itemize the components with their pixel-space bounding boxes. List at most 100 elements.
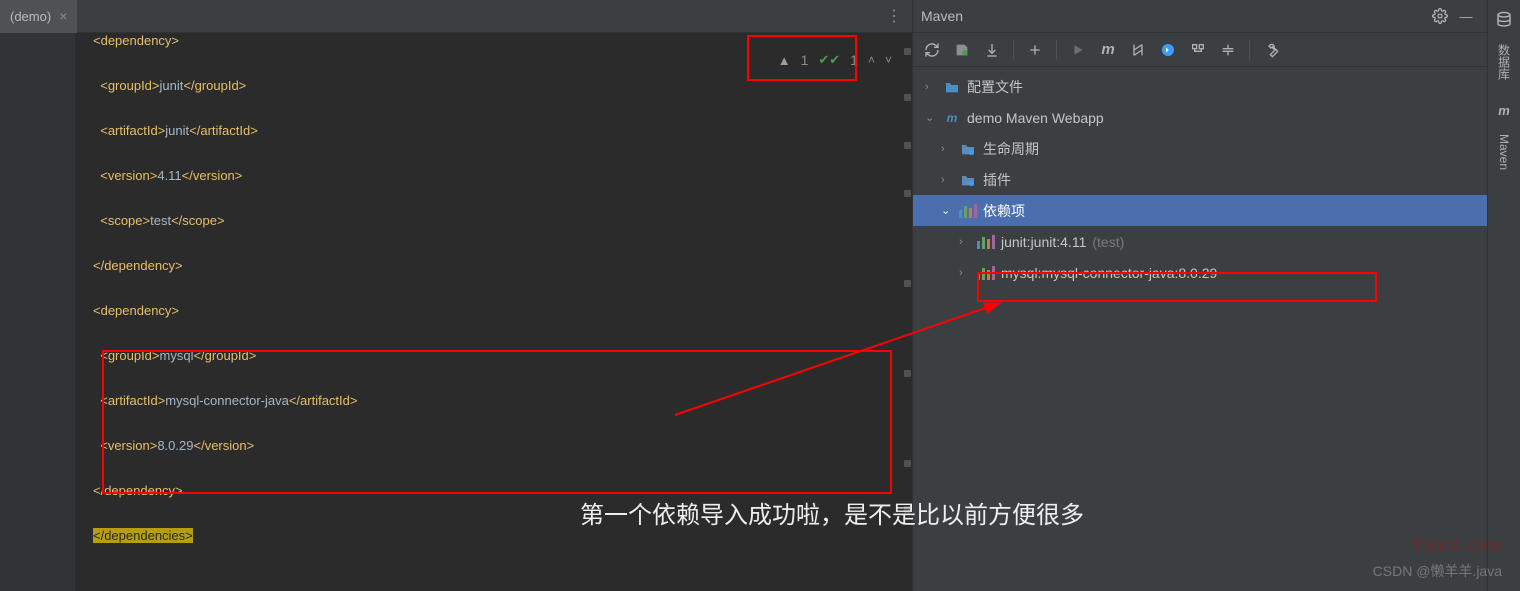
tree-node-dependencies[interactable]: ⌄ 依赖项 (913, 195, 1487, 226)
maven-toolbar: m (913, 33, 1487, 67)
deps-icon (977, 233, 995, 251)
xml-text: 8.0.29 (157, 438, 193, 453)
offline-icon[interactable] (1155, 37, 1181, 63)
xml-tag: </artifactId> (189, 123, 258, 138)
xml-tag: </groupId> (193, 348, 256, 363)
tree-dep-junit[interactable]: › junit:junit:4.11 (test) (913, 226, 1487, 257)
chevron-right-icon: › (941, 174, 953, 186)
reload-icon[interactable] (919, 37, 945, 63)
marker (903, 279, 912, 288)
xml-tag: <artifactId> (100, 123, 165, 138)
warning-count: 1 (801, 52, 809, 68)
maven-header: Maven — (913, 0, 1487, 33)
m-icon[interactable]: m (1095, 37, 1121, 63)
tree-label: 插件 (983, 170, 1011, 190)
marker (903, 47, 912, 56)
xml-tag: <version> (100, 438, 157, 453)
skip-tests-icon[interactable] (1125, 37, 1151, 63)
chevron-right-icon: › (959, 267, 971, 279)
more-icon[interactable]: ⋮ (876, 6, 912, 26)
marker (903, 141, 912, 150)
tree-label: junit:junit:4.11 (1001, 234, 1086, 250)
tree-node-plugins[interactable]: › 插件 (913, 164, 1487, 195)
xml-tag: <version> (100, 168, 157, 183)
editor-tab[interactable]: (demo) × (0, 0, 77, 33)
maven-rail-icon[interactable]: m (1492, 98, 1516, 122)
editor-tab-bar: (demo) × ⋮ (0, 0, 912, 33)
xml-text: junit (160, 78, 184, 93)
xml-text: mysql (160, 348, 194, 363)
tree-label: mysql:mysql-connector-java:8.0.29 (1001, 265, 1217, 281)
tree-label: 依赖项 (983, 201, 1025, 221)
xml-tag: <groupId> (100, 348, 159, 363)
database-icon[interactable] (1492, 8, 1516, 32)
inspection-bar[interactable]: ▲ 1 ✔✔ 1 ˄ ˅ (770, 45, 900, 75)
dep-scope: (test) (1092, 234, 1124, 250)
xml-text: test (150, 213, 171, 228)
chevron-right-icon: › (959, 236, 971, 248)
chevron-right-icon: › (941, 143, 953, 155)
tree-label: demo Maven Webapp (967, 110, 1104, 126)
ok-count: 1 (850, 52, 858, 68)
download-icon[interactable] (979, 37, 1005, 63)
xml-text: mysql-connector-java (165, 393, 289, 408)
chevron-down-icon[interactable]: ˅ (885, 53, 892, 67)
xml-tag: </artifactId> (289, 393, 358, 408)
chevron-right-icon: › (925, 81, 937, 93)
deps-icon (959, 202, 977, 220)
collapse-icon[interactable] (1215, 37, 1241, 63)
marker (903, 369, 912, 378)
marker (903, 93, 912, 102)
marker (903, 459, 912, 468)
xml-tag: </version> (182, 168, 243, 183)
check-icon: ✔✔ (818, 52, 840, 68)
folder-gear-icon (959, 140, 977, 158)
generate-sources-icon[interactable] (949, 37, 975, 63)
code-area[interactable]: <dependency> <groupId>junit</groupId> <a… (75, 33, 912, 573)
minimize-icon[interactable]: — (1453, 3, 1479, 29)
chevron-down-icon: ⌄ (925, 111, 937, 124)
wrench-icon[interactable] (1258, 37, 1284, 63)
rail-label-maven[interactable]: Maven (1497, 134, 1511, 170)
xml-tag: </dependency> (93, 258, 183, 273)
tree-dep-mysql[interactable]: › mysql:mysql-connector-java:8.0.29 (913, 257, 1487, 288)
tree-node-project[interactable]: ⌄ m demo Maven Webapp (913, 102, 1487, 133)
maven-project-icon: m (943, 109, 961, 127)
xml-tag: <scope> (100, 213, 150, 228)
watermark-author: CSDN @懒羊羊.java (1373, 561, 1502, 581)
xml-tag: <artifactId> (100, 393, 165, 408)
editor-gutter (0, 33, 75, 591)
annotation-text: 第一个依赖导入成功啦，是不是比以前方便很多 (580, 495, 1084, 530)
xml-tag: </dependency> (93, 483, 183, 498)
xml-text: 4.11 (157, 168, 181, 183)
tree-node-lifecycle[interactable]: › 生命周期 (913, 133, 1487, 164)
rail-label-db[interactable]: 数据库 (1496, 44, 1513, 80)
right-rail: 数据库 m Maven (1487, 0, 1520, 591)
tree-node-profiles[interactable]: › 配置文件 (913, 71, 1487, 102)
folder-icon (943, 78, 961, 96)
xml-tag: </groupId> (183, 78, 246, 93)
xml-tag: <dependency> (93, 33, 179, 48)
close-icon[interactable]: × (59, 8, 67, 24)
xml-tag: </scope> (171, 213, 225, 228)
tab-label: (demo) (10, 9, 51, 24)
watermark-site: Yuucn.com (1412, 534, 1502, 555)
folder-gear-icon (959, 171, 977, 189)
marker (903, 189, 912, 198)
xml-text: junit (165, 123, 189, 138)
gear-icon[interactable] (1427, 3, 1453, 29)
warning-icon: ▲ (778, 53, 791, 68)
tree-label: 生命周期 (983, 139, 1039, 159)
chevron-down-icon: ⌄ (941, 204, 953, 217)
add-icon[interactable] (1022, 37, 1048, 63)
xml-tag: </dependencies> (93, 528, 193, 543)
deps-icon (977, 264, 995, 282)
show-deps-icon[interactable] (1185, 37, 1211, 63)
chevron-up-icon[interactable]: ˄ (868, 53, 875, 67)
run-icon[interactable] (1065, 37, 1091, 63)
xml-tag: </version> (193, 438, 254, 453)
xml-tag: <groupId> (100, 78, 159, 93)
xml-tag: <dependency> (93, 303, 179, 318)
tree-label: 配置文件 (967, 77, 1023, 97)
maven-title: Maven (921, 8, 1427, 24)
